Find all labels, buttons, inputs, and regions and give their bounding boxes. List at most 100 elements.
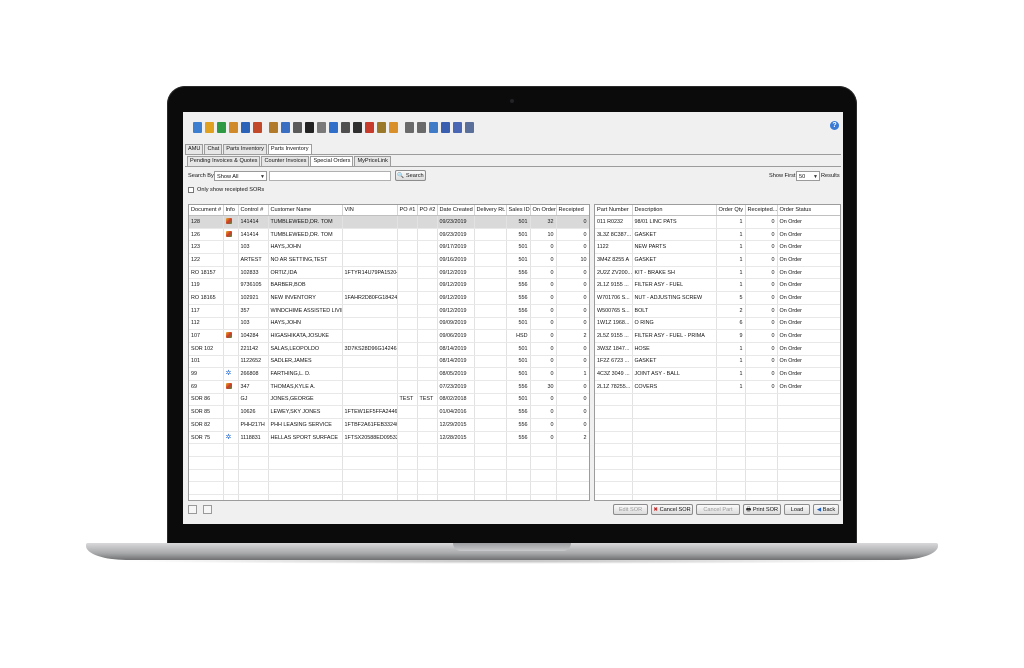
orders-column-header[interactable]: Info	[223, 205, 239, 216]
tools-icon[interactable]	[365, 121, 374, 133]
edit-sor-button[interactable]: Edit SOR	[613, 504, 648, 515]
cancel-part-button[interactable]: Cancel Part	[696, 504, 740, 515]
report-icon[interactable]	[441, 121, 450, 133]
cell-po1	[397, 228, 418, 242]
table-row[interactable]: 4C3Z 3049 ... JOINT ASY - BALL 1 0 On Order	[595, 367, 840, 381]
parts-column-header[interactable]: Receipted...	[745, 205, 778, 216]
settings-gear-icon[interactable]	[453, 121, 462, 133]
briefcase-icon[interactable]	[269, 121, 278, 133]
table-row[interactable]: SOR 85 10626 LEWEY,SKY JONES 1FTEW1EF5FFA24…	[189, 405, 589, 419]
table-row[interactable]: 3L3Z 8C387... GASKET 1 0 On Order	[595, 228, 840, 242]
table-row[interactable]: 112 103 HAYS,JOHN 09/09/2019 501 0 0	[189, 317, 589, 331]
people-icon[interactable]	[253, 121, 262, 133]
tab-primary-1[interactable]: Chat	[204, 144, 223, 154]
filter-icon[interactable]	[188, 505, 197, 514]
table-row[interactable]: 69 347 THOMAS,KYLE A. 07/23/2019 556 30 0	[189, 380, 589, 394]
table-row[interactable]: 1122 NEW PARTS 1 0 On Order	[595, 240, 840, 255]
table-row[interactable]: SOR 82 PHH217H PHH LEASING SERVICE 1FTBF2A6…	[189, 418, 589, 432]
table-row[interactable]: 122 ARTEST NO AR SETTING,TEST 09/16/2019 501…	[189, 253, 589, 267]
table-row[interactable]: 2L5Z 9155 ... FILTER ASY - FUEL - PRIMA 9 0…	[595, 329, 840, 343]
folder-icon[interactable]	[281, 121, 290, 133]
table-row[interactable]: 126 141414 TUMBLEWEED,DR. TOM 09/23/2019 501…	[189, 228, 589, 242]
orders-column-header[interactable]: Receipted	[556, 205, 589, 216]
table-row[interactable]: 1F2Z 6723 ... GASKET 1 0 On Order	[595, 355, 840, 369]
person-icon[interactable]	[229, 121, 238, 133]
table-row[interactable]: 119 9736105 BARBER,BOB 09/12/2019 556 0 0	[189, 278, 589, 293]
handshake-icon[interactable]	[389, 121, 398, 133]
tab-primary-0[interactable]: AMU	[185, 144, 204, 154]
key-icon[interactable]	[377, 121, 386, 133]
tab-secondary-0[interactable]: Pending Invoices & Quotes	[187, 156, 261, 166]
back-button[interactable]: ◀ Back	[813, 504, 839, 515]
parts-column-header[interactable]: Description	[632, 205, 717, 216]
calculator-icon[interactable]	[341, 121, 350, 133]
orders-column-header[interactable]: PO #1	[397, 205, 418, 216]
table-row[interactable]: SOR 102 221142 SALAS,LEOPOLDO 3D7KS28D96G14…	[189, 342, 589, 356]
table-row[interactable]: 011 R0232 98/01 LINC PATS 1 0 On Order	[595, 215, 840, 229]
document-edit-icon[interactable]	[205, 121, 214, 133]
tab-secondary-1[interactable]: Counter Invoices	[261, 156, 310, 166]
table-row[interactable]: 117 357 WINDCHIME ASSISTED LIVING 09/12/201…	[189, 304, 589, 318]
search-input[interactable]	[269, 171, 391, 181]
search-button[interactable]: 🔍 Search	[395, 170, 426, 181]
table-row[interactable]: 123 103 HAYS,JOHN 09/17/2019 501 0 0	[189, 240, 589, 255]
orders-column-header[interactable]: Customer Name	[268, 205, 343, 216]
tab-secondary-3[interactable]: MyPriceLink	[354, 156, 391, 166]
chart-icon[interactable]	[217, 121, 226, 133]
cell-control: 1122652	[238, 355, 269, 369]
car-icon[interactable]	[329, 121, 338, 133]
book-icon[interactable]	[241, 121, 250, 133]
keyboard-icon[interactable]	[353, 121, 362, 133]
orders-column-header[interactable]: Sales ID	[506, 205, 531, 216]
cell-doc: 122	[189, 253, 224, 267]
speedometer-icon[interactable]	[417, 121, 426, 133]
cell-po2	[417, 317, 438, 331]
table-row[interactable]: 3M4Z 8255 A GASKET 1 0 On Order	[595, 253, 840, 267]
chart-window-icon[interactable]	[429, 121, 438, 133]
table-row[interactable]: 2L1Z 78255... COVERS 1 0 On Order	[595, 380, 840, 394]
table-row[interactable]: 2L1Z 9155 ... FILTER ASY - FUEL 1 0 On Order	[595, 278, 840, 293]
table-row[interactable]: SOR 86 GJ JONES,GEORGE TEST TEST 08/02/2018 50…	[189, 393, 589, 407]
search-by-select[interactable]: Show All ▼	[214, 171, 267, 181]
cell-part: 011 R0232	[595, 215, 633, 229]
orders-column-header[interactable]: PO #2	[417, 205, 438, 216]
table-row[interactable]: 101 1122652 SADLER,JAMES 08/14/2019 501 0 0	[189, 355, 589, 369]
table-row[interactable]: 2U2Z ZV200... KIT - BRAKE SH 1 0 On Order	[595, 266, 840, 280]
card-icon[interactable]	[293, 121, 302, 133]
table-row[interactable]: 107 104284 HIGASHIKATA,JOSUKE 09/06/2019 HSD…	[189, 329, 589, 343]
table-row[interactable]: RO 18165 102921 NEW INVENTORY 1FAHR2D80FG18…	[189, 291, 589, 305]
calendar-icon[interactable]	[193, 121, 202, 133]
parts-column-header[interactable]: Part Number	[595, 205, 633, 216]
orders-column-header[interactable]: Control #	[238, 205, 269, 216]
print-sor-button[interactable]: 🖶 Print SOR	[743, 504, 781, 515]
orders-column-header[interactable]: VIN	[342, 205, 398, 216]
clear-filter-icon[interactable]	[203, 505, 212, 514]
gauge-icon[interactable]	[405, 121, 414, 133]
tire-icon[interactable]	[305, 121, 314, 133]
orders-column-header[interactable]: Delivery Rt.	[474, 205, 507, 216]
table-row[interactable]: RO 18157 102833 ORTIZ,IDA 1FTYR14U79PA15204…	[189, 266, 589, 280]
orders-column-header[interactable]: Document #	[189, 205, 224, 216]
table-row[interactable]: 128 141414 TUMBLEWEED,DR. TOM 09/23/2019 501…	[189, 215, 589, 229]
parts-column-header[interactable]: Order Qty	[716, 205, 746, 216]
table-row[interactable]: 3W3Z 1847... HOSE 1 0 On Order	[595, 342, 840, 356]
cancel-sor-button[interactable]: ✖ Cancel SOR	[651, 504, 693, 515]
tab-primary-2[interactable]: Parts Inventory	[223, 144, 267, 154]
table-row[interactable]: SOR 75 ✲ 1118831 HELLAS SPORT SURFACE 1FTSX2…	[189, 431, 589, 445]
show-first-select[interactable]: 50 ▼	[796, 171, 820, 181]
wrench-icon[interactable]	[317, 121, 326, 133]
orders-column-header[interactable]: On Order	[530, 205, 557, 216]
table-row[interactable]: W701706 S... NUT - ADJUSTING SCREW 5 0 On Or…	[595, 291, 840, 305]
help-icon[interactable]: ?	[830, 121, 839, 130]
parts-column-header[interactable]: Order Status	[777, 205, 840, 216]
orders-column-header[interactable]: Date Created	[437, 205, 475, 216]
tab-primary-3[interactable]: Parts Inventory	[267, 144, 312, 154]
load-button[interactable]: Load	[784, 504, 810, 515]
tab-secondary-2[interactable]: Special Orders	[310, 156, 354, 166]
bulb-icon[interactable]	[465, 121, 474, 133]
table-row[interactable]: 99 ✲ 266808 FARTHING,L. D. 08/05/2019 501 0 1	[189, 367, 589, 381]
table-row[interactable]: W500765 S... BOLT 2 0 On Order	[595, 304, 840, 318]
table-row[interactable]: 1W1Z 1968... O RING 6 0 On Order	[595, 317, 840, 331]
only-receipted-checkbox[interactable]	[188, 187, 194, 193]
cell-part: 1122	[595, 240, 633, 255]
